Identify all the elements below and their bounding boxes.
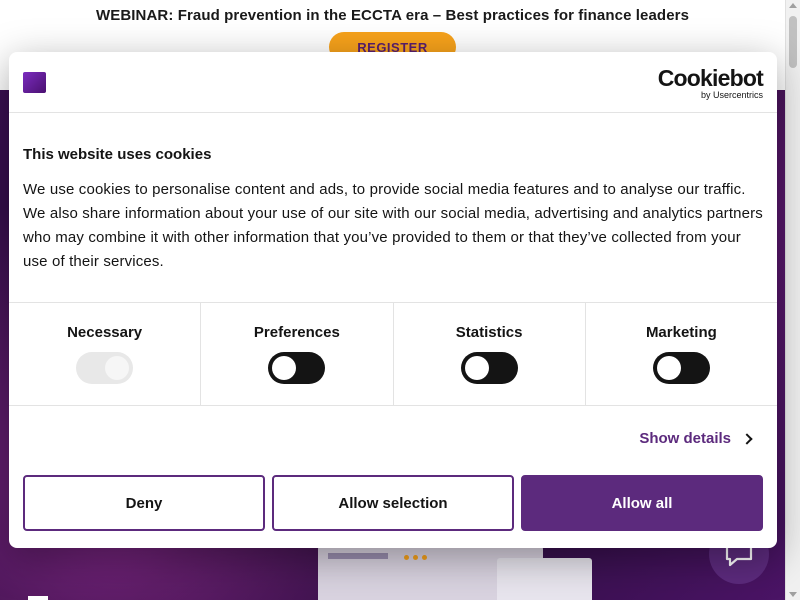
statistics-toggle[interactable]	[460, 352, 518, 384]
hero-dots	[404, 547, 431, 565]
details-row: Show details	[9, 406, 777, 474]
site-logo-icon	[23, 72, 46, 93]
category-necessary: Necessary	[9, 303, 202, 405]
dialog-title: This website uses cookies	[23, 146, 212, 163]
dialog-description: We use cookies to personalise content an…	[23, 181, 763, 270]
scroll-thumb[interactable]	[789, 16, 797, 68]
show-details-link[interactable]: Show details	[639, 430, 753, 447]
category-marketing-label: Marketing	[645, 324, 717, 341]
dialog-buttons: Deny Allow selection Allow all	[23, 475, 763, 531]
category-preferences: Preferences	[201, 303, 394, 405]
hero-dashboard-image-secondary	[497, 558, 592, 600]
page-scrollbar[interactable]	[785, 0, 800, 600]
dialog-header: Cookiebot by Usercentrics	[9, 52, 777, 113]
category-statistics-label: Statistics	[455, 324, 523, 341]
allow-all-button[interactable]: Allow all	[521, 475, 763, 531]
hero-heading-fragment	[28, 596, 48, 600]
preferences-toggle[interactable]	[268, 352, 326, 384]
deny-button[interactable]: Deny	[23, 475, 265, 531]
scroll-up-arrow-icon[interactable]	[789, 3, 797, 8]
category-preferences-label: Preferences	[253, 324, 340, 341]
cookie-categories: Necessary Preferences Statistics Marketi…	[9, 302, 777, 406]
marketing-toggle[interactable]	[652, 352, 710, 384]
necessary-toggle	[76, 352, 134, 384]
dialog-body: This website uses cookies We use cookies…	[9, 113, 777, 302]
cookiebot-logo: Cookiebot by Usercentrics	[657, 65, 764, 101]
category-necessary-label: Necessary	[67, 324, 143, 341]
show-details-label: Show details	[639, 430, 731, 447]
cookiebot-brand: Cookiebot	[657, 65, 764, 91]
allow-selection-button[interactable]: Allow selection	[272, 475, 514, 531]
category-marketing: Marketing	[586, 303, 777, 405]
category-statistics: Statistics	[394, 303, 586, 405]
chevron-right-icon	[741, 432, 753, 445]
cookie-consent-dialog: Cookiebot by Usercentrics This website u…	[9, 52, 777, 548]
scroll-down-arrow-icon[interactable]	[789, 592, 797, 597]
banner-text: WEBINAR: Fraud prevention in the ECCTA e…	[95, 7, 690, 24]
